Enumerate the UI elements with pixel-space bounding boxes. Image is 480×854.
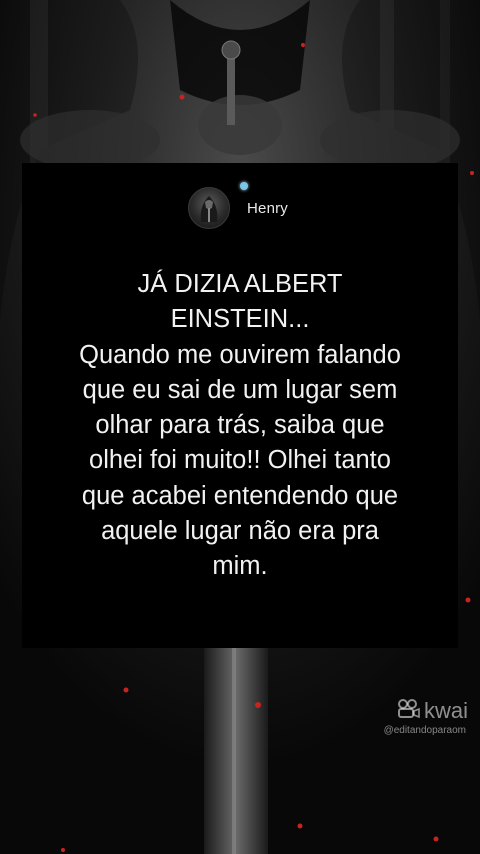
kwai-watermark: kwai @editandoparaom <box>384 698 468 736</box>
quote-line: olhar para trás, saiba que <box>95 411 385 440</box>
quote-line: que eu sai de um lugar sem <box>82 375 398 404</box>
kwai-brand-text: kwai <box>423 698 468 723</box>
quote-line: olhei foi muito!! Olhei tanto <box>89 446 391 475</box>
kwai-logo: kwai <box>384 698 468 724</box>
quote-line: que acabei entendendo que <box>81 481 399 510</box>
knight-avatar-icon[interactable] <box>188 187 230 229</box>
quote-line: JÁ DIZIA ALBERT <box>137 270 343 298</box>
video-frame: Henry JÁ DIZIA ALBERT EINSTEIN... Quando… <box>0 0 480 854</box>
author-name[interactable]: Henry <box>247 200 288 217</box>
kwai-logo-icon <box>397 698 421 724</box>
quote-line: aquele lugar não era pra <box>101 517 379 546</box>
quote-line: Quando me ouvirem falando <box>79 340 401 369</box>
author-row[interactable]: Henry <box>188 185 288 231</box>
creator-handle: @editandoparaom <box>383 725 466 736</box>
quote-text: JÁ DIZIA ALBERT EINSTEIN... Quando me ou… <box>22 267 458 585</box>
quote-line: mim. <box>212 552 268 581</box>
quote-card: Henry JÁ DIZIA ALBERT EINSTEIN... Quando… <box>22 163 458 648</box>
verified-badge-icon <box>240 182 248 190</box>
quote-line: EINSTEIN... <box>170 305 310 334</box>
